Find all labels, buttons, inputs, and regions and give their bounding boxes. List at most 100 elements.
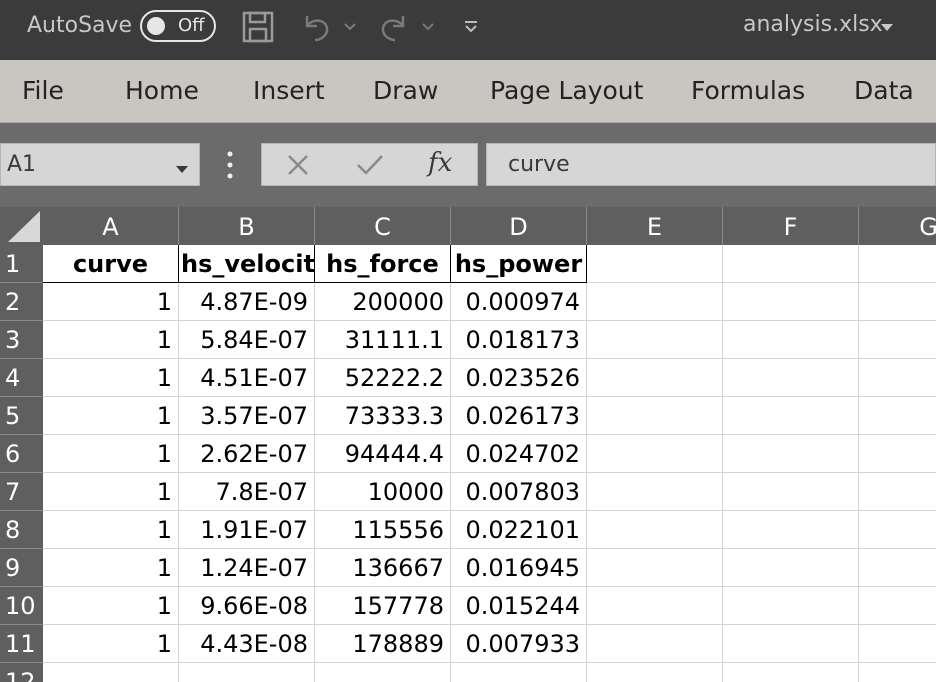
insert-function-icon[interactable]: fx: [428, 148, 452, 178]
row-header-12[interactable]: 12: [0, 663, 43, 682]
row-header-8[interactable]: 8: [0, 511, 43, 549]
tab-file[interactable]: File: [22, 76, 64, 105]
cell-d8[interactable]: 0.022101: [451, 511, 587, 549]
cell-b11[interactable]: 4.43E-08: [179, 625, 315, 663]
cell-f11[interactable]: [723, 625, 859, 663]
cell-g12[interactable]: [859, 663, 936, 682]
cell-b2[interactable]: 4.87E-09: [179, 283, 315, 321]
name-box[interactable]: A1: [0, 143, 200, 186]
row-header-2[interactable]: 2: [0, 283, 43, 321]
customize-toolbar-icon[interactable]: [460, 10, 482, 44]
tab-page-layout[interactable]: Page Layout: [490, 76, 643, 105]
tab-data[interactable]: Data: [854, 76, 914, 105]
cell-e8[interactable]: [587, 511, 723, 549]
filename-dropdown-icon[interactable]: [880, 18, 894, 37]
cell-e2[interactable]: [587, 283, 723, 321]
cell-f3[interactable]: [723, 321, 859, 359]
select-all-corner[interactable]: [0, 207, 43, 245]
cell-f8[interactable]: [723, 511, 859, 549]
column-header-e[interactable]: E: [587, 207, 723, 245]
cell-f6[interactable]: [723, 435, 859, 473]
cell-a8[interactable]: 1: [43, 511, 179, 549]
row-header-9[interactable]: 9: [0, 549, 43, 587]
cell-b12[interactable]: [179, 663, 315, 682]
cell-f4[interactable]: [723, 359, 859, 397]
cell-b8[interactable]: 1.91E-07: [179, 511, 315, 549]
formula-input[interactable]: curve: [486, 143, 936, 186]
cell-e4[interactable]: [587, 359, 723, 397]
cell-a5[interactable]: 1: [43, 397, 179, 435]
redo-dropdown-icon[interactable]: [418, 10, 438, 44]
tab-insert[interactable]: Insert: [253, 76, 325, 105]
row-header-7[interactable]: 7: [0, 473, 43, 511]
cell-c7[interactable]: 10000: [315, 473, 451, 511]
cell-e3[interactable]: [587, 321, 723, 359]
row-header-5[interactable]: 5: [0, 397, 43, 435]
column-header-f[interactable]: F: [723, 207, 859, 245]
name-box-dropdown-icon[interactable]: [175, 160, 189, 179]
column-header-d[interactable]: D: [451, 207, 587, 245]
cell-a4[interactable]: 1: [43, 359, 179, 397]
cell-a1[interactable]: curve: [43, 245, 179, 283]
cell-d2[interactable]: 0.000974: [451, 283, 587, 321]
column-header-c[interactable]: C: [315, 207, 451, 245]
cell-f12[interactable]: [723, 663, 859, 682]
cell-e9[interactable]: [587, 549, 723, 587]
cell-g7[interactable]: [859, 473, 936, 511]
cell-d1[interactable]: hs_power: [451, 245, 587, 283]
file-name[interactable]: analysis.xlsx: [743, 12, 883, 37]
cell-b7[interactable]: 7.8E-07: [179, 473, 315, 511]
cell-g2[interactable]: [859, 283, 936, 321]
cell-c4[interactable]: 52222.2: [315, 359, 451, 397]
cell-a7[interactable]: 1: [43, 473, 179, 511]
cell-d12[interactable]: [451, 663, 587, 682]
cancel-icon[interactable]: [286, 153, 310, 181]
column-header-b[interactable]: B: [179, 207, 315, 245]
cell-g8[interactable]: [859, 511, 936, 549]
row-header-6[interactable]: 6: [0, 435, 43, 473]
cell-c1[interactable]: hs_force: [315, 245, 451, 283]
more-options-icon[interactable]: [226, 150, 234, 180]
cell-c12[interactable]: [315, 663, 451, 682]
cell-g9[interactable]: [859, 549, 936, 587]
cell-g10[interactable]: [859, 587, 936, 625]
cell-c9[interactable]: 136667: [315, 549, 451, 587]
autosave-toggle[interactable]: Off: [140, 10, 216, 42]
cell-d9[interactable]: 0.016945: [451, 549, 587, 587]
cell-g3[interactable]: [859, 321, 936, 359]
cell-c2[interactable]: 200000: [315, 283, 451, 321]
row-header-10[interactable]: 10: [0, 587, 43, 625]
cell-g5[interactable]: [859, 397, 936, 435]
cell-g1[interactable]: [859, 245, 936, 283]
row-header-3[interactable]: 3: [0, 321, 43, 359]
cell-e1[interactable]: [587, 245, 723, 283]
cell-d11[interactable]: 0.007933: [451, 625, 587, 663]
cell-b1[interactable]: hs_velocity: [179, 245, 315, 283]
enter-check-icon[interactable]: [356, 153, 384, 181]
cell-e10[interactable]: [587, 587, 723, 625]
cell-f7[interactable]: [723, 473, 859, 511]
redo-icon[interactable]: [376, 10, 412, 44]
cell-a2[interactable]: 1: [43, 283, 179, 321]
tab-home[interactable]: Home: [125, 76, 199, 105]
cell-f10[interactable]: [723, 587, 859, 625]
cell-e6[interactable]: [587, 435, 723, 473]
cell-b9[interactable]: 1.24E-07: [179, 549, 315, 587]
column-header-g[interactable]: G: [859, 207, 936, 245]
cell-b6[interactable]: 2.62E-07: [179, 435, 315, 473]
cell-c3[interactable]: 31111.1: [315, 321, 451, 359]
tab-draw[interactable]: Draw: [373, 76, 438, 105]
cell-c6[interactable]: 94444.4: [315, 435, 451, 473]
cell-e7[interactable]: [587, 473, 723, 511]
cell-b3[interactable]: 5.84E-07: [179, 321, 315, 359]
row-header-1[interactable]: 1: [0, 245, 43, 283]
cell-e12[interactable]: [587, 663, 723, 682]
cell-f9[interactable]: [723, 549, 859, 587]
cell-g4[interactable]: [859, 359, 936, 397]
cell-b5[interactable]: 3.57E-07: [179, 397, 315, 435]
cell-f2[interactable]: [723, 283, 859, 321]
cell-e5[interactable]: [587, 397, 723, 435]
cell-d10[interactable]: 0.015244: [451, 587, 587, 625]
cell-f1[interactable]: [723, 245, 859, 283]
cell-c10[interactable]: 157778: [315, 587, 451, 625]
